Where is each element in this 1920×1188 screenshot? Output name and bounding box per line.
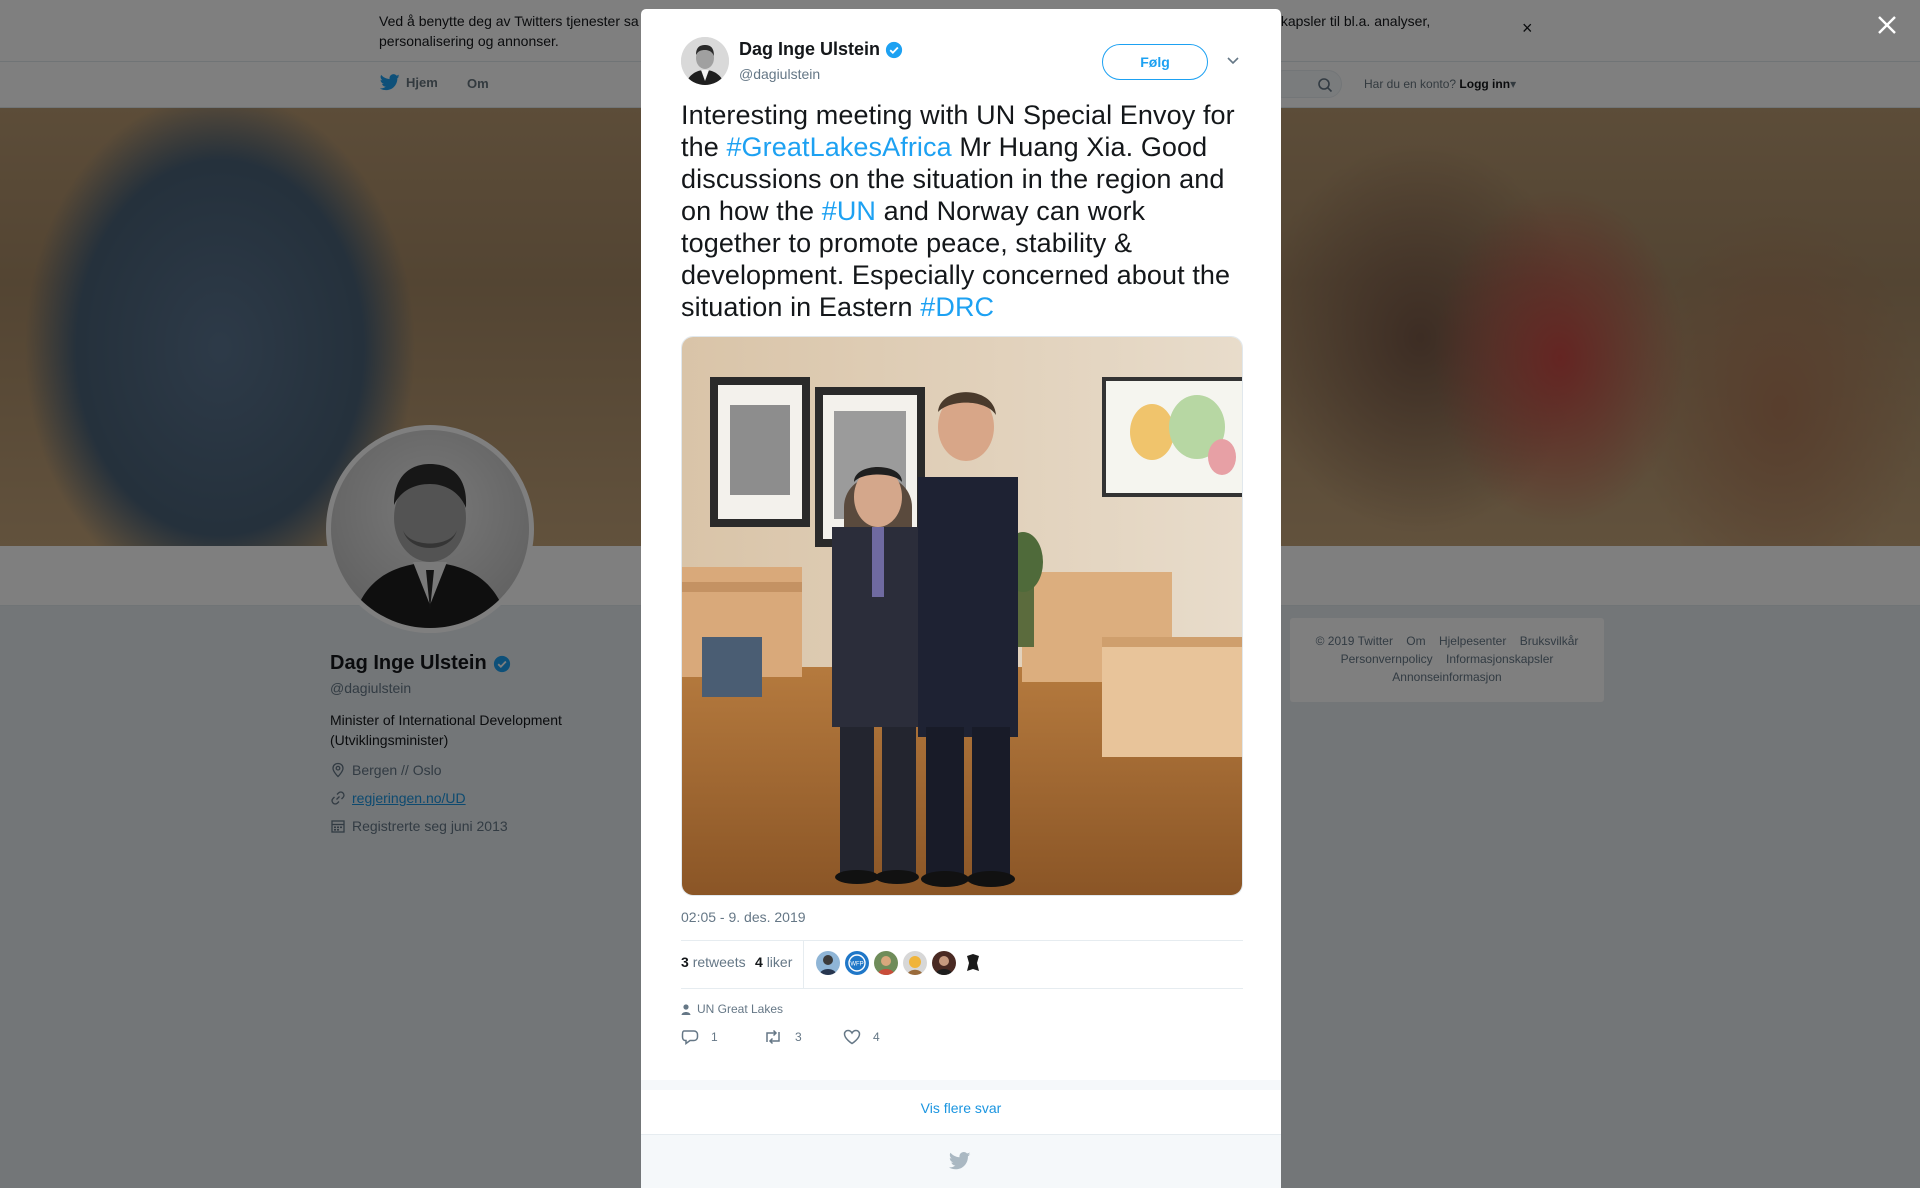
hashtag-link[interactable]: #UN xyxy=(822,196,876,226)
divider xyxy=(681,940,1243,941)
reply-icon xyxy=(681,1030,699,1045)
tweet-context[interactable]: UN Great Lakes xyxy=(681,1002,783,1016)
svg-text:WFP: WFP xyxy=(850,962,863,968)
twitter-bird-icon xyxy=(949,1152,971,1170)
replies-separator xyxy=(641,1080,1281,1090)
liker-avatar[interactable] xyxy=(961,951,985,975)
verified-badge-icon xyxy=(885,41,903,58)
reply-count: 1 xyxy=(711,1030,718,1044)
tweet-context-label: UN Great Lakes xyxy=(697,1002,784,1016)
show-more-replies-link[interactable]: Vis flere svar xyxy=(641,1100,1281,1116)
hashtag-link[interactable]: #GreatLakesAfrica xyxy=(726,132,951,162)
hashtag-link[interactable]: #DRC xyxy=(920,292,994,322)
tweet-author-avatar[interactable] xyxy=(681,37,729,85)
liker-avatar[interactable] xyxy=(874,951,898,975)
like-count: 4 xyxy=(873,1030,880,1044)
liker-avatar[interactable] xyxy=(816,951,840,975)
tweet-modal: Dag Inge Ulstein @dagiulstein Følg Inter… xyxy=(641,9,1281,1188)
retweets-label: retweets xyxy=(692,954,746,970)
likes-count: 4 xyxy=(755,954,763,970)
retweet-action[interactable]: 3 xyxy=(763,1029,802,1045)
tweet-photo[interactable] xyxy=(681,336,1243,896)
follow-button[interactable]: Følg xyxy=(1102,44,1208,80)
tweet-photo-image xyxy=(682,337,1242,895)
likes-label: liker xyxy=(766,954,793,970)
liker-avatar[interactable] xyxy=(903,951,927,975)
person-icon xyxy=(681,1003,691,1015)
liker-avatar[interactable] xyxy=(932,951,956,975)
reply-action[interactable]: 1 xyxy=(681,1029,718,1045)
tweet-timestamp[interactable]: 02:05 - 9. des. 2019 xyxy=(681,909,806,925)
tweet-author-name[interactable]: Dag Inge Ulstein xyxy=(739,39,903,60)
author-avatar-photo xyxy=(681,37,729,85)
retweets-count: 3 xyxy=(681,954,689,970)
retweet-count: 3 xyxy=(795,1030,802,1044)
retweet-icon xyxy=(766,1029,780,1045)
tweet-text: Interesting meeting with UN Special Envo… xyxy=(681,99,1246,323)
liker-avatars: WFP xyxy=(816,951,985,975)
divider xyxy=(803,940,804,988)
tweet-author-handle[interactable]: @dagiulstein xyxy=(739,66,820,82)
divider xyxy=(681,988,1243,989)
close-icon[interactable] xyxy=(1874,12,1900,38)
likes-stat[interactable]: 4 liker xyxy=(755,954,792,970)
chevron-down-icon[interactable] xyxy=(1226,56,1240,66)
tweet-author-name-text: Dag Inge Ulstein xyxy=(739,39,881,59)
retweets-stat[interactable]: 3 retweets xyxy=(681,954,746,970)
like-action[interactable]: 4 xyxy=(843,1029,880,1045)
heart-icon xyxy=(843,1029,861,1045)
liker-avatar[interactable]: WFP xyxy=(845,951,869,975)
